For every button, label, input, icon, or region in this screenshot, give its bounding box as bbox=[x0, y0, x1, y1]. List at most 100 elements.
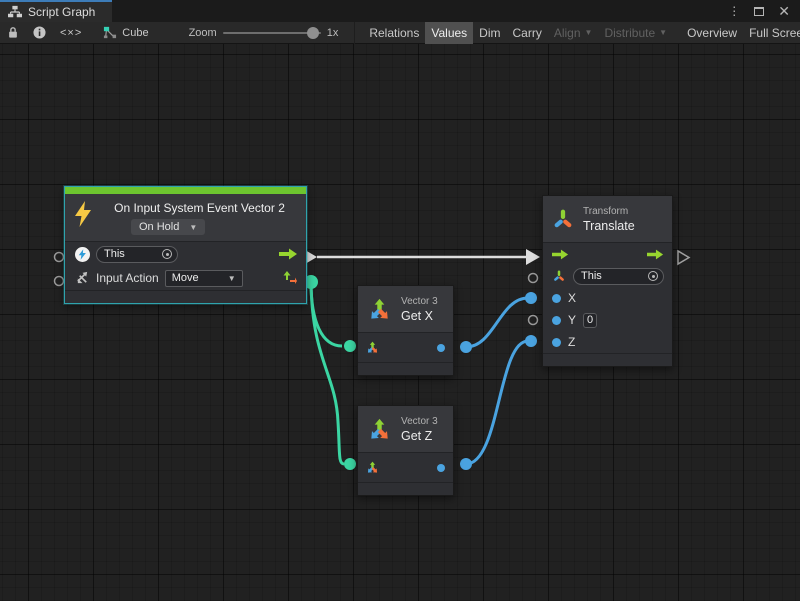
tab-label: Script Graph bbox=[28, 5, 95, 19]
values-button[interactable]: Values bbox=[425, 22, 473, 44]
chevron-down-icon: ▼ bbox=[585, 28, 593, 37]
zoom-slider-handle[interactable] bbox=[307, 27, 319, 39]
y-value-field[interactable]: 0 bbox=[583, 313, 597, 328]
node-title: Translate bbox=[583, 219, 635, 233]
getx-output-port[interactable] bbox=[460, 341, 472, 353]
graph-reference[interactable]: Cube bbox=[103, 26, 148, 39]
carry-button[interactable]: Carry bbox=[507, 22, 548, 44]
object-picker-icon[interactable] bbox=[648, 271, 658, 281]
float-in-dot[interactable] bbox=[552, 294, 561, 303]
action-label: Input Action bbox=[96, 271, 159, 285]
relations-button[interactable]: Relations bbox=[363, 22, 425, 44]
transform-y-row: Y 0 bbox=[543, 309, 672, 331]
node-on-input-system-event[interactable]: On Input System Event Vector 2 On Hold▼ … bbox=[64, 186, 307, 304]
transform-this-row: This bbox=[543, 265, 672, 287]
title-bar: Script Graph ⋮ ✕ bbox=[0, 0, 800, 22]
chevron-down-icon: ▼ bbox=[189, 223, 197, 232]
tab-script-graph[interactable]: Script Graph bbox=[0, 0, 112, 22]
node-title: Get X bbox=[401, 309, 438, 323]
transform-flow-output-port[interactable] bbox=[678, 251, 689, 264]
object-picker-icon[interactable] bbox=[162, 249, 172, 259]
node-category: Vector 3 bbox=[401, 416, 438, 427]
lock-icon bbox=[7, 26, 19, 39]
float-in-dot[interactable] bbox=[552, 316, 561, 325]
vector2-wire-to-getz[interactable] bbox=[311, 282, 344, 464]
zoom-slider[interactable] bbox=[223, 32, 321, 34]
graph-canvas[interactable]: On Input System Event Vector 2 On Hold▼ … bbox=[0, 44, 800, 601]
info-icon bbox=[33, 26, 46, 39]
graph-icon bbox=[8, 5, 22, 19]
window-menu-icon[interactable]: ⋮ bbox=[728, 4, 740, 18]
float-in-dot[interactable] bbox=[552, 338, 561, 347]
event-action-row: Input Action Move ▼ bbox=[65, 266, 306, 290]
node-category: Transform bbox=[583, 206, 635, 217]
input-action-icon bbox=[75, 271, 90, 285]
chevron-down-icon: ▼ bbox=[228, 274, 236, 283]
event-action-port[interactable] bbox=[55, 277, 64, 286]
player-input-icon bbox=[75, 247, 90, 262]
transform-this-port[interactable] bbox=[529, 274, 538, 283]
close-icon[interactable]: ✕ bbox=[778, 4, 790, 18]
vector3-port-icon bbox=[365, 340, 380, 355]
info-button[interactable] bbox=[26, 22, 53, 44]
node-get-z[interactable]: Vector 3 Get Z bbox=[357, 405, 454, 496]
node-get-x[interactable]: Vector 3 Get X bbox=[357, 285, 454, 376]
getz-input-port[interactable] bbox=[344, 458, 356, 470]
transform-y-port[interactable] bbox=[529, 316, 538, 325]
overview-button[interactable]: Overview bbox=[681, 22, 743, 44]
getz-port-row bbox=[358, 453, 453, 482]
graph-reference-icon bbox=[103, 26, 117, 39]
getz-output-port[interactable] bbox=[460, 458, 472, 470]
event-mode-dropdown[interactable]: On Hold▼ bbox=[131, 219, 205, 235]
transform-flow-row bbox=[543, 243, 672, 265]
node-title: Get Z bbox=[401, 429, 438, 443]
full-screen-button[interactable]: Full Screen bbox=[743, 22, 800, 44]
transform-port-icon bbox=[552, 269, 566, 283]
dim-button[interactable]: Dim bbox=[473, 22, 506, 44]
node-footer bbox=[543, 354, 672, 366]
node-category: Vector 3 bbox=[401, 296, 438, 307]
vector2-out-icon[interactable] bbox=[282, 270, 298, 286]
float-wire-z[interactable] bbox=[466, 341, 528, 464]
node-transform-translate[interactable]: Transform Translate bbox=[542, 195, 673, 367]
flow-input-port[interactable] bbox=[526, 249, 540, 265]
chevron-down-icon: ▼ bbox=[659, 28, 667, 37]
transform-this-field[interactable]: This bbox=[573, 268, 664, 285]
getx-port-row bbox=[358, 333, 453, 362]
event-accent-bar bbox=[65, 187, 306, 194]
flow-in-arrow-icon[interactable] bbox=[552, 249, 569, 260]
zoom-value: 1x bbox=[327, 27, 339, 39]
vector3-icon bbox=[366, 296, 393, 323]
transform-icon bbox=[551, 207, 575, 231]
transform-z-row: Z bbox=[543, 331, 672, 353]
getx-input-port[interactable] bbox=[344, 340, 356, 352]
script-graph-window: Script Graph ⋮ ✕ <×> bbox=[0, 0, 800, 601]
transform-x-row: X bbox=[543, 287, 672, 309]
event-this-port[interactable] bbox=[55, 253, 64, 262]
align-dropdown[interactable]: Align▼ bbox=[548, 22, 599, 44]
float-out-dot[interactable] bbox=[437, 344, 445, 352]
lightning-bolt-icon bbox=[73, 199, 93, 229]
float-wire-x[interactable] bbox=[466, 298, 528, 347]
toolbar-separator bbox=[354, 22, 355, 44]
transform-z-port[interactable] bbox=[525, 335, 537, 347]
vector3-port-icon bbox=[365, 460, 380, 475]
zoom-control: Zoom 1x bbox=[189, 27, 339, 39]
view-mode-buttons: Relations Values Dim Carry Align▼ Distri… bbox=[354, 22, 800, 44]
event-this-field[interactable]: This bbox=[96, 246, 178, 263]
transform-x-port[interactable] bbox=[525, 292, 537, 304]
action-value-dropdown[interactable]: Move ▼ bbox=[165, 270, 243, 287]
flow-out-arrow-icon[interactable] bbox=[647, 249, 664, 260]
distribute-dropdown[interactable]: Distribute▼ bbox=[598, 22, 673, 44]
node-footer bbox=[358, 483, 453, 495]
float-out-dot[interactable] bbox=[437, 464, 445, 472]
maximize-icon[interactable] bbox=[754, 7, 764, 16]
flow-out-arrow-icon[interactable] bbox=[279, 248, 298, 260]
lock-button[interactable] bbox=[0, 22, 26, 44]
event-this-row: This bbox=[65, 242, 306, 266]
edit-script-button[interactable]: <×> bbox=[53, 22, 89, 44]
graph-toolbar: <×> Cube Zoom 1x Relations Values Dim Ca… bbox=[0, 22, 800, 44]
node-footer bbox=[358, 363, 453, 375]
graph-reference-label: Cube bbox=[122, 27, 148, 39]
vector3-icon bbox=[366, 416, 393, 443]
